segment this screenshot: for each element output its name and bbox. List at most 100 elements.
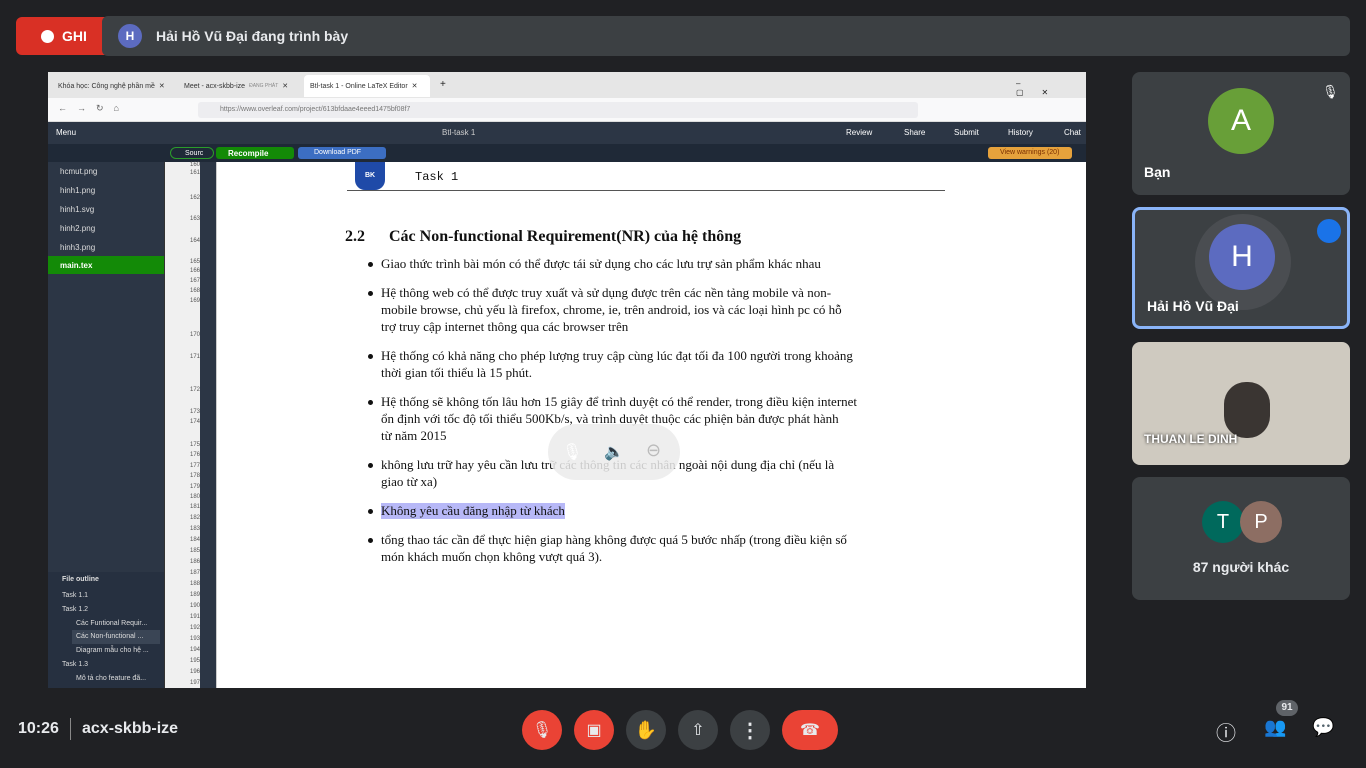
info-icon[interactable]: ⓘ bbox=[1216, 717, 1236, 746]
line-number: 179 bbox=[189, 484, 200, 490]
record-label: GHI bbox=[62, 28, 87, 44]
file-item-active[interactable]: main.tex bbox=[48, 256, 164, 274]
new-tab-icon[interactable]: + bbox=[440, 79, 446, 90]
line-number: 191 bbox=[189, 614, 200, 620]
section-number: 2.2 bbox=[345, 228, 365, 245]
present-button[interactable]: ⇧ bbox=[678, 710, 718, 750]
line-number: 167 bbox=[189, 278, 200, 284]
line-number: 170 bbox=[189, 332, 200, 338]
pane-splitter[interactable] bbox=[200, 162, 216, 688]
file-item[interactable]: hinh2.png bbox=[48, 219, 164, 237]
browser-tab[interactable]: Khóa học: Công nghệ phần mề ✕ bbox=[52, 75, 174, 97]
outline-item[interactable]: Task 1.3 bbox=[62, 661, 88, 668]
avatar: A bbox=[1208, 88, 1274, 154]
bullet-text: Hệ thông web có thể được truy xuất và sử… bbox=[381, 285, 832, 300]
people-icon[interactable]: 👥 bbox=[1264, 717, 1286, 738]
close-icon[interactable]: ✕ bbox=[412, 82, 418, 90]
outline-item[interactable]: Task 1.1 bbox=[62, 592, 88, 599]
window-controls-icon[interactable]: –▢✕ bbox=[1016, 79, 1086, 97]
camera-toggle-button[interactable]: ▣ bbox=[574, 710, 614, 750]
share-button[interactable]: Share bbox=[904, 128, 925, 137]
download-pdf-button[interactable]: Download PDF bbox=[298, 147, 386, 159]
tile-others[interactable]: T P 87 người khác bbox=[1132, 477, 1350, 600]
line-number: 164 bbox=[189, 238, 200, 244]
tile-video[interactable]: THUAN LE DINH bbox=[1132, 342, 1350, 465]
tab-label: Khóa học: Công nghệ phần mề bbox=[58, 82, 155, 90]
bullet-text: trợ truy cập internet thông qua các brow… bbox=[381, 319, 629, 334]
close-icon[interactable]: ✕ bbox=[282, 82, 288, 90]
browser-tab-active[interactable]: Btl-task 1 - Online LaTeX Editor ✕ bbox=[304, 75, 430, 97]
line-number: 197 bbox=[189, 680, 200, 686]
menu-button[interactable]: Menu bbox=[56, 128, 76, 137]
project-title: Btl-task 1 bbox=[442, 128, 476, 137]
presenter-avatar: H bbox=[118, 24, 142, 48]
mic-off-icon[interactable]: 🎙 bbox=[562, 442, 582, 462]
submit-button[interactable]: Submit bbox=[954, 128, 979, 137]
file-item[interactable]: hinh1.png bbox=[48, 181, 164, 199]
leave-call-button[interactable]: ☎ bbox=[782, 710, 838, 750]
line-number: 186 bbox=[189, 559, 200, 565]
speaker-off-icon[interactable]: 🔈 bbox=[604, 442, 624, 462]
record-badge[interactable]: GHI bbox=[16, 17, 112, 55]
mic-off-icon: 🎙 bbox=[1322, 84, 1339, 99]
warnings-button[interactable]: View warnings (20) bbox=[988, 147, 1072, 159]
more-options-button[interactable]: ⋮ bbox=[730, 710, 770, 750]
presenter-banner: H Hải Hồ Vũ Đại đang trình bày bbox=[102, 16, 1350, 56]
participant-name: THUAN LE DINH bbox=[1144, 432, 1238, 446]
line-number: 175 bbox=[189, 442, 200, 448]
bullet-icon bbox=[368, 262, 373, 267]
chat-button[interactable]: Chat bbox=[1064, 128, 1081, 137]
outline-item[interactable]: Mô tả cho feature đã... bbox=[76, 675, 146, 682]
file-tree: hcmut.png hinh1.png hinh1.svg hinh2.png … bbox=[48, 162, 164, 688]
minimize-icon[interactable]: ⊖ bbox=[646, 440, 661, 461]
history-button[interactable]: History bbox=[1008, 128, 1033, 137]
avatar: H bbox=[1209, 224, 1275, 290]
file-item[interactable]: hcmut.png bbox=[48, 162, 164, 180]
outline-item[interactable]: Diagram mẫu cho hệ ... bbox=[76, 647, 149, 654]
tile-presenter[interactable]: H Hải Hồ Vũ Đại bbox=[1132, 207, 1350, 329]
hand-icon: ✋ bbox=[634, 719, 658, 740]
bullet-text: món khách muốn chọn không vượt quá 3). bbox=[381, 549, 603, 564]
line-number: 172 bbox=[189, 387, 200, 393]
line-number: 192 bbox=[189, 625, 200, 631]
bullet-icon bbox=[368, 509, 373, 514]
line-number: 176 bbox=[189, 452, 200, 458]
source-toggle[interactable]: Sourc bbox=[170, 147, 214, 159]
divider bbox=[70, 718, 71, 740]
line-number: 182 bbox=[189, 515, 200, 521]
file-item[interactable]: hinh3.png bbox=[48, 238, 164, 256]
review-button[interactable]: Review bbox=[846, 128, 872, 137]
outline-item-active[interactable]: Các Non-functional ... bbox=[72, 630, 160, 644]
recompile-button[interactable]: Recompile bbox=[216, 147, 294, 159]
line-number: 168 bbox=[189, 288, 200, 294]
hangup-icon: ☎ bbox=[800, 722, 820, 739]
line-number: 188 bbox=[189, 581, 200, 587]
url-field[interactable]: https://www.overleaf.com/project/613bfda… bbox=[198, 102, 918, 118]
mic-toggle-button[interactable]: 🎙 bbox=[522, 710, 562, 750]
tab-sub: ĐANG PHÁT bbox=[249, 83, 279, 89]
shared-screen: Khóa học: Công nghệ phần mề ✕ Meet - acx-… bbox=[48, 72, 1086, 688]
line-number: 169 bbox=[189, 298, 200, 304]
chat-icon[interactable]: 💬 bbox=[1312, 717, 1334, 738]
line-number: 163 bbox=[189, 216, 200, 222]
bullet-icon bbox=[368, 291, 373, 296]
raise-hand-button[interactable]: ✋ bbox=[626, 710, 666, 750]
outline-item[interactable]: Các Funtional Requir... bbox=[76, 620, 147, 627]
file-outline: File outline Task 1.1 Task 1.2 Các Funti… bbox=[48, 572, 164, 688]
bullet-text: Hệ thống có khả năng cho phép lượng truy… bbox=[381, 348, 853, 363]
browser-toolbar: ←→↻⌂ https://www.overleaf.com/project/61… bbox=[48, 98, 1086, 122]
bullet-text: thời gian tối thiểu là 15 phút. bbox=[381, 365, 532, 380]
presenter-text: Hải Hồ Vũ Đại đang trình bày bbox=[156, 28, 349, 44]
file-item[interactable]: hinh1.svg bbox=[48, 200, 164, 218]
nav-buttons-icon[interactable]: ←→↻⌂ bbox=[58, 103, 129, 114]
participant-name: Bạn bbox=[1144, 164, 1171, 180]
bullet-text: giao từ xa) bbox=[381, 474, 438, 489]
close-icon[interactable]: ✕ bbox=[159, 82, 165, 90]
browser-tab[interactable]: Meet - acx-skbb-ize ĐANG PHÁT ✕ bbox=[178, 75, 300, 97]
outline-item[interactable]: Task 1.2 bbox=[62, 606, 88, 613]
tile-you[interactable]: A Bạn 🎙 bbox=[1132, 72, 1350, 195]
line-number: 174 bbox=[189, 419, 200, 425]
bullet-text: Không yêu cầu đăng nhập từ khách bbox=[381, 503, 565, 519]
section-title: Các Non-functional Requirement(NR) của h… bbox=[389, 228, 742, 245]
bottom-bar: 10:26 acx-skbb-ize 🎙 ▣ ✋ ⇧ ⋮ ☎ ⓘ 👥 91 💬 bbox=[0, 700, 1366, 768]
